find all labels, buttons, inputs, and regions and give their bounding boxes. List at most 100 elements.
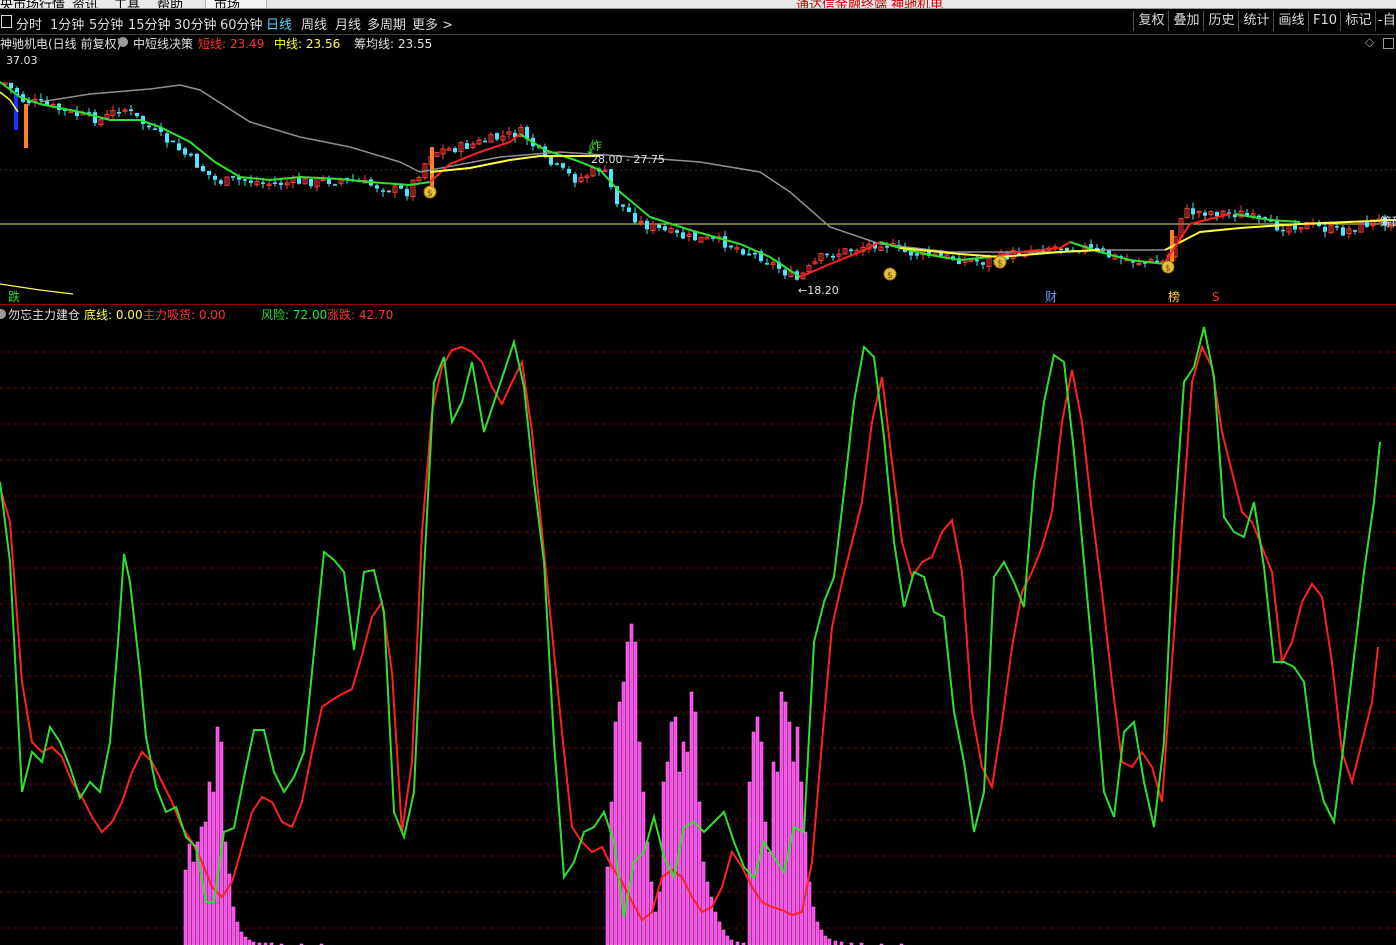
period-tab-5min[interactable]: 5分钟 [89,14,123,33]
settings-box-icon[interactable] [1383,38,1394,49]
candle-body [783,269,787,276]
period-tab-day[interactable]: 日线 [266,14,292,33]
period-tab-15min[interactable]: 15分钟 [128,14,171,33]
candle-body [279,182,283,185]
menu-ad-text[interactable]: 通达信金融终端 神驰机电 [796,0,943,8]
menu-item-tools[interactable]: 工具 [114,0,140,8]
candle-body [213,175,217,180]
candle-body [741,249,745,255]
period-tab-more[interactable]: 更多 > [412,14,453,33]
candle-body [885,246,889,248]
histogram-bar [755,716,760,945]
draw-line-button[interactable]: 画线 [1273,11,1309,31]
candle-body [430,147,434,189]
menu-tab-active[interactable]: 市场 [205,0,267,8]
candle-body [849,249,853,252]
history-button[interactable]: 历史 [1203,11,1239,31]
candle-body [165,133,169,143]
bottom-line-value: 底线: 0.00 [84,308,143,322]
candle-body [1317,224,1321,226]
histogram-bar [697,801,702,945]
candle-body [675,230,679,233]
candle-body [195,153,199,168]
candle-body [663,226,667,231]
candlestick-chart[interactable]: $$$ $↓ 37.03 ←18.20 28.00 - 27.75 炸 跌 财 榜… [0,52,1396,304]
menu-item-news[interactable]: 资讯 [72,0,98,8]
histogram-bar [767,851,772,945]
histogram-bar [717,921,722,945]
candle-body [645,220,649,230]
histogram-bar [833,940,838,945]
candle-body [1323,226,1327,232]
candle-body [189,153,193,156]
overlay-button[interactable]: 叠加 [1168,11,1204,31]
period-tab-60min[interactable]: 60分钟 [220,14,263,33]
period-tab-week[interactable]: 周线 [301,14,327,33]
statistics-button[interactable]: 统计 [1238,11,1274,31]
histogram-bar [827,938,832,945]
candle-body [333,184,337,186]
range-label: 28.00 - 27.75 [591,153,665,166]
candle-body [1203,212,1207,216]
candle-body [555,163,559,165]
period-tab-30min[interactable]: 30分钟 [174,14,217,33]
menu-item-market[interactable]: 央市场行情 [0,0,65,8]
sub-indicator-name[interactable]: 勿忘主力建仓 [8,306,80,323]
restore-rights-button[interactable]: 复权 [1133,11,1169,31]
candle-body [561,163,565,168]
candlesticks [2,82,1394,281]
money-bag-icon[interactable]: $ [993,255,1007,269]
candle-body [633,213,637,223]
period-tab-fenshi[interactable]: 分时 [16,14,42,33]
histogram-bar [665,761,670,945]
indicator-name[interactable]: 中短线决策 [133,35,193,52]
square-icon[interactable] [1,15,12,28]
period-tab-month[interactable]: 月线 [335,14,361,33]
svg-text:$: $ [1165,264,1171,274]
collapse-icon[interactable] [118,37,128,47]
candle-body [1281,229,1285,232]
candle-body [747,253,751,256]
candle-body [729,245,733,248]
collapse-icon-2[interactable] [0,309,6,319]
menu-item-shichang[interactable]: 市场 [214,0,240,8]
money-bag-icon[interactable]: $ [883,267,897,281]
candle-body [465,143,469,149]
candle-body [1335,226,1339,228]
histogram-bar [721,929,726,945]
candle-body [249,180,253,183]
histogram-bar [729,939,734,945]
histogram-bar [693,711,698,945]
candle-body [495,133,499,140]
candle-body [405,189,409,197]
histogram-bar [187,843,192,945]
chip-avg-value: 筹均线: 23.55 [354,37,433,51]
money-bag-icon[interactable]: $ [1161,260,1175,274]
candle-body [681,232,685,239]
candle-body [39,99,43,101]
auto-button[interactable]: -自 [1375,11,1396,31]
histogram-bar [645,841,650,945]
indicator-chart[interactable] [0,322,1396,945]
period-tab-1min[interactable]: 1分钟 [50,14,84,33]
period-tab-multi[interactable]: 多周期 [367,14,406,33]
histogram-bar [641,791,646,945]
histogram-bar [779,691,784,945]
candle-body [621,204,625,207]
mark-button[interactable]: 标记 [1340,11,1376,31]
diamond-icon[interactable]: ◇ [1365,35,1374,49]
f10-button[interactable]: F10 [1308,11,1341,31]
candle-body [1089,244,1093,248]
histogram-bar [689,691,694,945]
histogram-bar [681,741,686,945]
histogram-bar [633,641,638,945]
svg-text:$: $ [427,189,433,199]
menu-item-help[interactable]: 帮助 [157,0,183,8]
menu-bar: 央市场行情 资讯 工具 帮助 市场 通达信金融终端 神驰机电 [0,0,1396,9]
change-value: 涨跌: 42.70 [327,308,394,322]
svg-text:$: $ [997,259,1003,269]
candle-body [567,168,571,174]
money-bag-icon[interactable]: $ [423,185,437,199]
candle-body [147,125,151,128]
histogram-bar [685,751,690,945]
